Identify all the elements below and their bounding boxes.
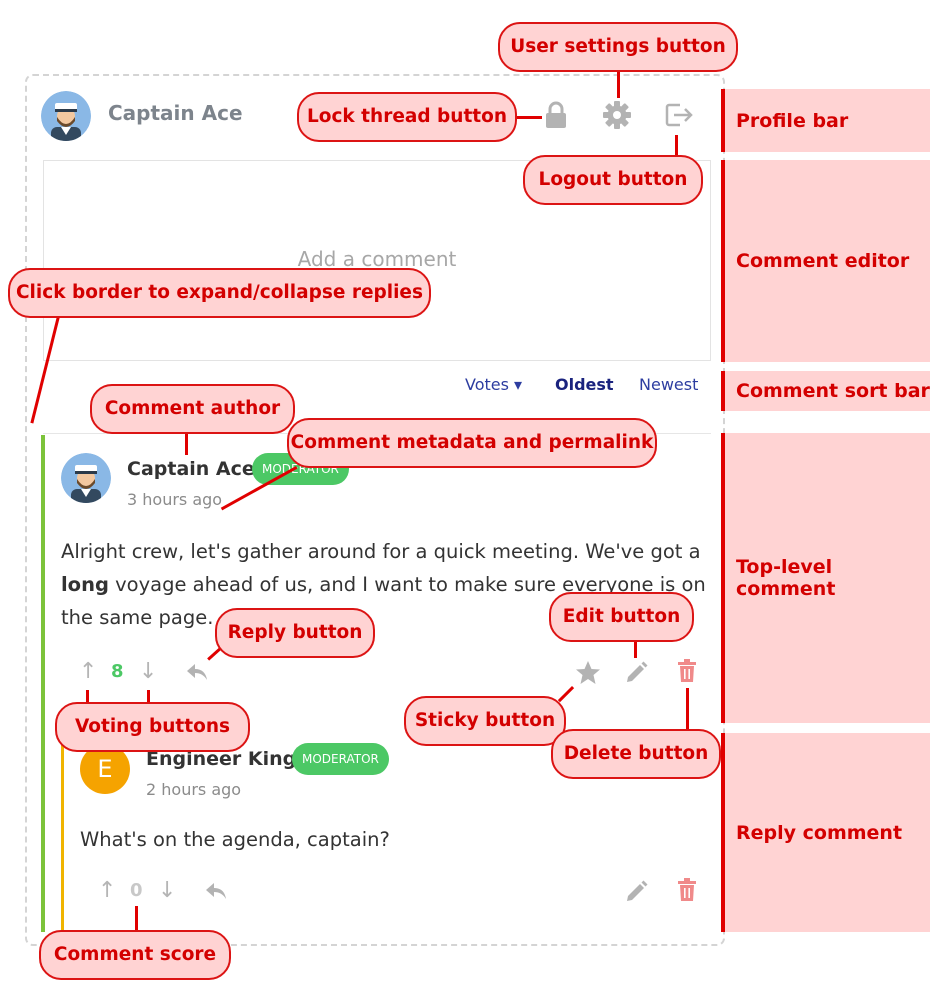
reply-score: 0 (130, 880, 143, 901)
reply-upvote-icon[interactable]: ↑ (98, 878, 116, 903)
leader-comment-score (135, 906, 138, 931)
reply-reply-icon[interactable] (205, 882, 227, 900)
captain-avatar (41, 91, 91, 141)
top-thread-border[interactable] (41, 435, 45, 932)
reply-body: What's on the agenda, captain? (80, 828, 390, 851)
reply-timestamp[interactable]: 2 hours ago (146, 780, 241, 799)
reply-moderator-badge: MODERATOR (292, 743, 389, 775)
side-label-comment-editor: Comment editor (721, 160, 930, 362)
sort-newest[interactable]: Newest (639, 375, 698, 394)
reply-downvote-icon[interactable]: ↓ (158, 878, 176, 903)
leader-comment-author (185, 433, 188, 455)
annotation-logout: Logout button (523, 155, 703, 205)
upvote-icon[interactable]: ↑ (79, 659, 97, 684)
side-label-reply-comment: Reply comment (721, 733, 930, 932)
lock-icon[interactable] (545, 101, 567, 129)
leader-logout (675, 135, 678, 157)
star-icon[interactable] (575, 660, 601, 685)
gear-icon[interactable] (603, 101, 631, 129)
leader-lock-thread (513, 116, 542, 119)
pencil-icon[interactable] (625, 660, 649, 684)
logout-icon[interactable] (665, 102, 695, 128)
downvote-icon[interactable]: ↓ (139, 659, 157, 684)
leader-delete-button (686, 688, 689, 730)
annotation-edit-button: Edit button (549, 592, 694, 642)
reply-avatar-letter: E (97, 755, 113, 783)
side-label-top-comment: Top-level comment (721, 433, 930, 723)
annotation-metadata-permalink: Comment metadata and permalink (287, 418, 657, 468)
leader-edit-button (634, 640, 637, 658)
leader-user-settings (617, 72, 620, 98)
comment-body-bold: long (61, 573, 109, 596)
side-label-sort-bar: Comment sort bar (721, 371, 930, 411)
reply-icon[interactable] (186, 663, 208, 681)
annotation-sticky-button: Sticky button (404, 696, 566, 746)
comment-score: 8 (111, 661, 124, 682)
comment-timestamp[interactable]: 3 hours ago (127, 490, 222, 509)
annotation-delete-button: Delete button (551, 729, 721, 779)
annotation-comment-author: Comment author (90, 384, 295, 434)
comment-author-avatar (61, 453, 111, 503)
comment-body-line-1: Alright crew, let's gather around for a … (61, 540, 701, 563)
sort-votes[interactable]: Votes ▾ (465, 375, 522, 394)
annotation-voting-buttons: Voting buttons (55, 702, 250, 752)
reply-trash-icon[interactable] (677, 878, 697, 902)
sort-oldest[interactable]: Oldest (555, 375, 614, 394)
annotation-reply-button: Reply button (215, 608, 375, 658)
reply-pencil-icon[interactable] (625, 879, 649, 903)
comment-author-name[interactable]: Captain Ace (127, 458, 255, 480)
side-label-profile-bar: Profile bar (721, 89, 930, 152)
annotation-user-settings: User settings button (498, 22, 738, 72)
annotation-lock-thread: Lock thread button (297, 92, 517, 142)
annotation-expand-collapse: Click border to expand/collapse replies (8, 268, 431, 318)
profile-username: Captain Ace (108, 101, 243, 125)
trash-icon[interactable] (677, 659, 697, 683)
annotation-comment-score: Comment score (39, 930, 231, 980)
reply-thread-border[interactable] (61, 720, 64, 932)
